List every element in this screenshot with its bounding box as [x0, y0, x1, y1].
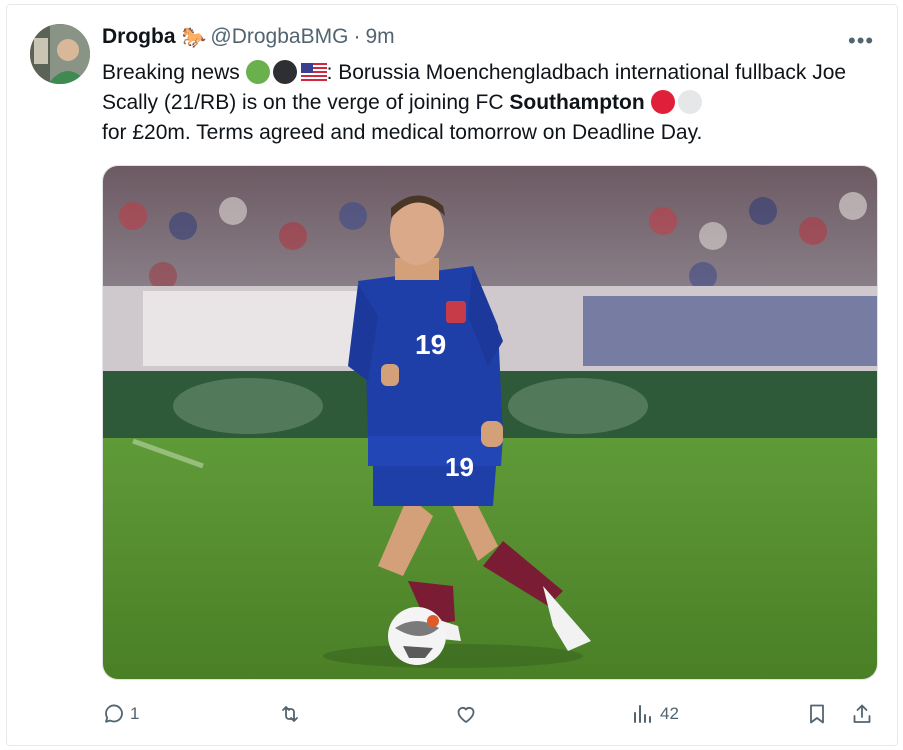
retweet-icon [282, 706, 298, 722]
white-circle-icon [677, 90, 702, 114]
user-handle[interactable]: @DrogbaBMG [210, 25, 348, 49]
share-button[interactable] [850, 698, 874, 730]
bookmark-icon [810, 704, 824, 724]
tweet-header: Drogba 🐎 @DrogbaBMG · 9m [102, 22, 395, 52]
tweet-text-part1: Breaking news [102, 61, 246, 84]
shorts-number: 19 [445, 452, 474, 482]
tweet-actions: 1 42 [102, 698, 882, 730]
reply-count: 1 [130, 704, 140, 723]
timestamp[interactable]: 9m [365, 25, 394, 49]
separator: · [353, 25, 361, 48]
views-count: 42 [660, 704, 679, 723]
black-circle-icon [272, 60, 297, 84]
us-flag-icon [300, 63, 327, 81]
green-circle-icon [245, 60, 270, 84]
reply-icon [105, 704, 123, 723]
tweet-text-bold: Southampton [509, 91, 645, 114]
horse-emoji-icon: 🐎 [181, 26, 207, 49]
more-options-icon[interactable]: ••• [848, 28, 874, 54]
tweet-media-photo[interactable]: 19 19 [102, 165, 878, 680]
jersey-number: 19 [415, 329, 446, 360]
red-circle-icon [650, 90, 675, 114]
views-button[interactable]: 42 [630, 698, 679, 730]
display-name[interactable]: Drogba [102, 25, 176, 49]
like-button[interactable] [454, 698, 478, 730]
avatar-image [30, 24, 90, 84]
reply-button[interactable]: 1 [102, 698, 139, 730]
tweet-text-part3: for £20m. Terms agreed and medical tomor… [102, 121, 703, 144]
bookmark-button[interactable] [805, 698, 829, 730]
avatar[interactable] [30, 24, 90, 84]
retweet-button[interactable] [278, 698, 302, 730]
tweet-text: Breaking news : Borussia Moenchengladbac… [102, 58, 892, 148]
like-icon [457, 707, 475, 723]
share-icon [853, 704, 871, 723]
soccer-player-photo: 19 19 [103, 166, 877, 679]
views-icon [634, 705, 651, 723]
